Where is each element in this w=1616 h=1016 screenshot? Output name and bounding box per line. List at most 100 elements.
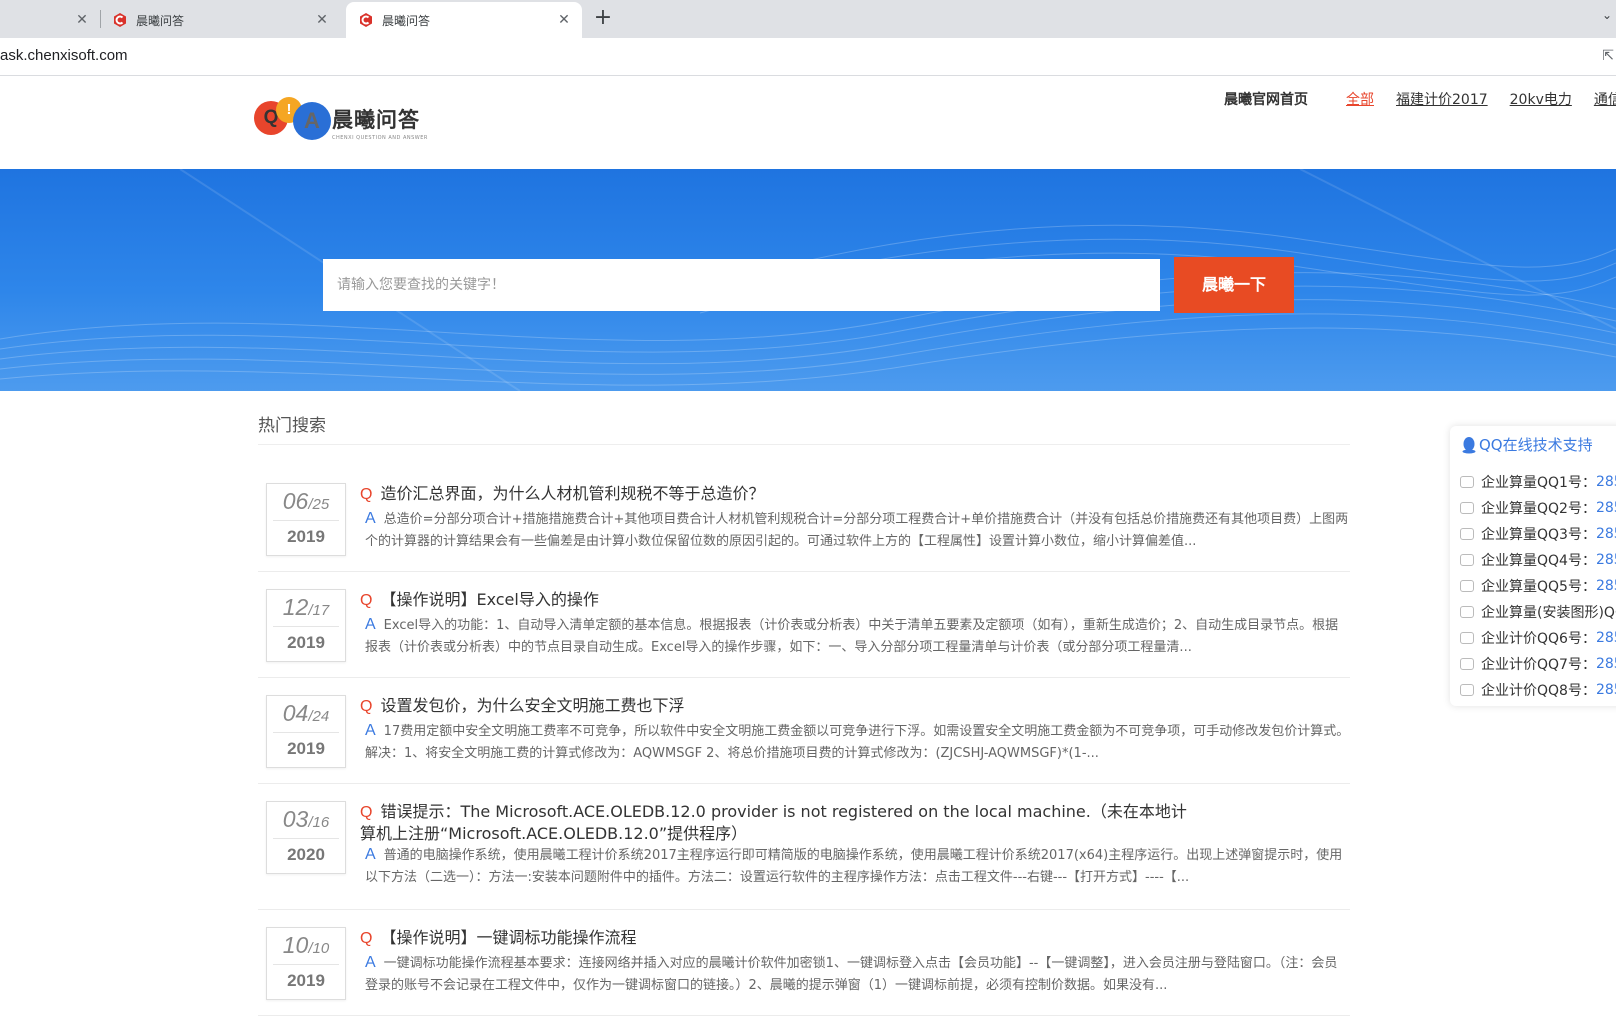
address-bar[interactable]: ask.chenxisoft.com ⇱ [0, 38, 1616, 76]
date-year: 2019 [287, 739, 325, 758]
date-day: 16 [312, 814, 330, 831]
nav-all[interactable]: 全部 [1346, 89, 1374, 109]
qq-contact-row[interactable]: 企业算量QQ3号：285 [1460, 521, 1616, 547]
answer-snippet: A 一键调标功能操作流程基本要求：连接网络并插入对应的晨曦计价软件加密锁1、一键调… [365, 952, 1350, 996]
answer-a-icon: A [365, 954, 376, 971]
question-title-link[interactable]: Q 设置发包价，为什么安全文明施工费也下浮 [360, 695, 1350, 717]
date-year: 2019 [287, 971, 325, 990]
search-banner: 晨曦一下 [0, 169, 1616, 391]
question-title-link[interactable]: Q 【操作说明】Excel导入的操作 [360, 589, 1350, 611]
share-icon[interactable]: ⇱ [1602, 48, 1614, 64]
question-text[interactable]: 造价汇总界面，为什么人材机管利规税不等于总造价？ [380, 484, 764, 503]
question-text[interactable]: 错误提示：The Microsoft.ACE.OLEDB.12.0 provid… [360, 802, 1187, 843]
chat-icon [1460, 476, 1474, 488]
answer-a-icon: A [365, 510, 376, 527]
url-text[interactable]: ask.chenxisoft.com [0, 47, 128, 64]
tab-search-chevron-icon[interactable]: ⌄ [1602, 8, 1612, 22]
qq-contact-label: 企业算量QQ1号： [1481, 475, 1596, 491]
tab-title: 晨曦问答 [382, 13, 431, 28]
date-badge: 06/25 2019 [266, 483, 346, 556]
logo-title: 晨曦问答 [332, 107, 420, 132]
date-badge: 04/24 2019 [266, 695, 346, 768]
chat-icon [1460, 606, 1474, 618]
browser-tab-active[interactable]: 晨曦问答 ✕ [346, 2, 582, 38]
question-item[interactable]: 10/10 2019 Q 【操作说明】一键调标功能操作流程 A 一键调标功能操作流程… [258, 910, 1350, 1016]
qq-contact-row[interactable]: 企业算量(安装图形)QQ [1460, 599, 1616, 625]
qq-contact-row[interactable]: 企业算量QQ5号：285 [1460, 573, 1616, 599]
tab-close-icon[interactable]: ✕ [310, 12, 334, 28]
qq-contact-label: 企业算量QQ2号： [1481, 501, 1596, 517]
question-item[interactable]: 04/24 2019 Q 设置发包价，为什么安全文明施工费也下浮 A 17费用定额中… [258, 678, 1350, 784]
question-title-link[interactable]: Q 错误提示：The Microsoft.ACE.OLEDB.12.0 provi… [360, 801, 1200, 844]
date-badge: 10/10 2019 [266, 927, 346, 1000]
qq-contact-label: 企业计价QQ6号： [1481, 631, 1596, 647]
top-nav: 晨曦官网首页 全部 福建计价2017 20kv电力 通信计 [1224, 89, 1616, 109]
answer-a-icon: A [365, 846, 376, 863]
question-item[interactable]: 06/25 2019 Q 造价汇总界面，为什么人材机管利规税不等于总造价？ A 总造… [258, 466, 1350, 572]
hot-search-heading: 热门搜索 [258, 416, 326, 436]
qq-contact-row[interactable]: 企业算量QQ2号：285 [1460, 495, 1616, 521]
chat-icon [1460, 554, 1474, 566]
nav-20kv-power[interactable]: 20kv电力 [1510, 89, 1572, 109]
search-input[interactable] [323, 259, 1160, 311]
qq-contact-number[interactable]: 285 [1596, 656, 1616, 672]
answer-a-icon: A [365, 616, 376, 633]
qq-contact-label: 企业计价QQ7号： [1481, 657, 1596, 673]
date-month: 06 [282, 488, 309, 514]
date-day: 25 [312, 496, 330, 513]
new-tab-plus-icon[interactable]: + [590, 6, 616, 32]
answer-snippet: A 普通的电脑操作系统，使用晨曦工程计价系统2017主程序运行即可精简版的电脑操作… [365, 844, 1350, 888]
chat-icon [1460, 528, 1474, 540]
date-day: 17 [312, 602, 330, 619]
qq-contact-number[interactable]: 285 [1596, 552, 1616, 568]
nav-telecom[interactable]: 通信计 [1594, 89, 1616, 109]
qq-contact-number[interactable]: 285 [1596, 630, 1616, 646]
tab-close-icon[interactable]: ✕ [70, 12, 94, 28]
question-text[interactable]: 设置发包价，为什么安全文明施工费也下浮 [380, 696, 684, 715]
qq-contact-label: 企业计价QQ8号： [1481, 683, 1596, 699]
answer-snippet: A 总造价=分部分项合计+措施措施费合计+其他项目费合计人材机管利规税合计=分部分… [365, 508, 1350, 552]
question-title-link[interactable]: Q 造价汇总界面，为什么人材机管利规税不等于总造价？ [360, 483, 1350, 505]
question-q-icon: Q [360, 930, 373, 947]
date-month: 03 [282, 806, 309, 832]
site-logo[interactable]: Q ! A 晨曦问答 CHENXI QUESTION AND ANSWER [254, 97, 428, 147]
answer-a-icon: A [365, 722, 376, 739]
qq-contact-number[interactable]: 285 [1596, 474, 1616, 490]
question-text[interactable]: 【操作说明】一键调标功能操作流程 [380, 928, 636, 947]
qq-contact-number[interactable]: 285 [1596, 682, 1616, 698]
qq-contact-row[interactable]: 企业计价QQ6号：285 [1460, 625, 1616, 651]
question-q-icon: Q [360, 486, 373, 503]
qq-contact-label: 企业算量QQ4号： [1481, 553, 1596, 569]
qq-contact-number[interactable]: 285 [1596, 526, 1616, 542]
date-badge: 03/16 2020 [266, 801, 346, 874]
answer-snippet: A Excel导入的功能：1、自动导入清单定额的基本信息。根据报表（计价表或分析表… [365, 614, 1350, 658]
date-day: 10 [312, 940, 330, 957]
question-q-icon: Q [360, 804, 373, 821]
question-list: 06/25 2019 Q 造价汇总界面，为什么人材机管利规税不等于总造价？ A 总造… [258, 466, 1350, 1016]
qq-contact-label: 企业算量QQ3号： [1481, 527, 1596, 543]
question-item[interactable]: 03/16 2020 Q 错误提示：The Microsoft.ACE.OLEDB… [258, 784, 1350, 910]
browser-tab-0[interactable]: ✕ [0, 2, 100, 38]
site-header: Q ! A 晨曦问答 CHENXI QUESTION AND ANSWER 晨曦… [0, 77, 1616, 169]
qq-penguin-icon [1462, 436, 1476, 453]
logo-subtitle: CHENXI QUESTION AND ANSWER [332, 134, 428, 141]
qq-contact-number[interactable]: 285 [1596, 500, 1616, 516]
search-button[interactable]: 晨曦一下 [1174, 257, 1294, 313]
tab-close-icon[interactable]: ✕ [552, 12, 576, 28]
nav-fujian-2017[interactable]: 福建计价2017 [1396, 89, 1488, 109]
qq-contact-label: 企业算量(安装图形)QQ [1481, 605, 1616, 621]
nav-home-link[interactable]: 晨曦官网首页 [1224, 89, 1308, 109]
question-text[interactable]: 【操作说明】Excel导入的操作 [380, 590, 598, 609]
qq-contact-row[interactable]: 企业计价QQ8号：285 [1460, 677, 1616, 703]
question-title-link[interactable]: Q 【操作说明】一键调标功能操作流程 [360, 927, 1350, 949]
qq-contact-row[interactable]: 企业算量QQ1号：285 [1460, 469, 1616, 495]
qq-contact-row[interactable]: 企业计价QQ7号：285 [1460, 651, 1616, 677]
qq-contact-row[interactable]: 企业算量QQ4号：285 [1460, 547, 1616, 573]
tab-title: 晨曦问答 [136, 13, 185, 28]
qq-support-panel: QQ在线技术支持 企业算量QQ1号：285 企业算量QQ2号：285 企业算量Q… [1450, 426, 1616, 706]
question-item[interactable]: 12/17 2019 Q 【操作说明】Excel导入的操作 A Excel导入的功能… [258, 572, 1350, 678]
chat-icon [1460, 502, 1474, 514]
question-q-icon: Q [360, 592, 373, 609]
browser-tab-1[interactable]: 晨曦问答 ✕ [100, 2, 340, 38]
qq-contact-number[interactable]: 285 [1596, 578, 1616, 594]
